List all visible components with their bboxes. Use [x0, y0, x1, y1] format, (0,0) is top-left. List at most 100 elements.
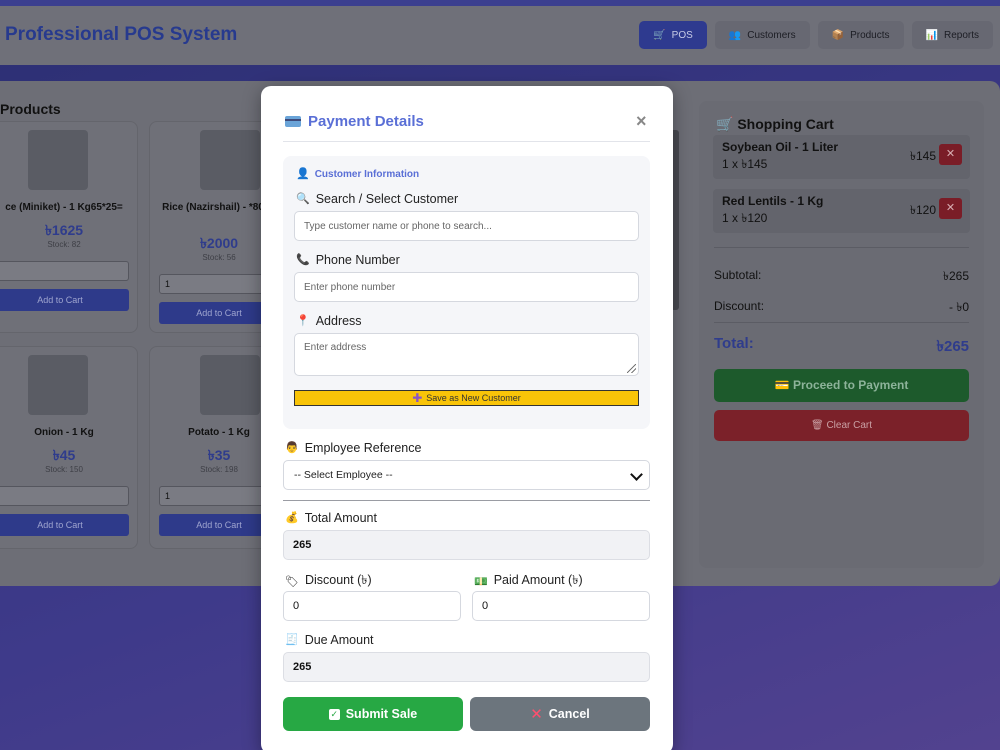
tag-icon: 🏷: [285, 575, 299, 588]
proceed-to-payment-button[interactable]: 💳 Proceed to Payment: [714, 369, 969, 402]
cancel-label: Cancel: [548, 707, 590, 721]
product-stock: Stock: 150: [45, 465, 83, 474]
phone-label-text: Phone Number: [315, 253, 400, 267]
quantity-input[interactable]: [0, 486, 129, 506]
address-textarea[interactable]: Enter address: [294, 333, 639, 376]
total-amount-label: 💰 Total Amount: [285, 511, 377, 525]
submit-label: Submit Sale: [345, 707, 418, 721]
users-icon: 👥: [728, 29, 742, 41]
product-image: [200, 130, 260, 190]
subtotal-label: Subtotal:: [714, 268, 762, 282]
resize-handle-icon[interactable]: [627, 364, 636, 373]
cart-item-name: Soybean Oil - 1 Liter: [722, 140, 839, 154]
check-icon: ✓: [328, 708, 340, 720]
address-label-text: Address: [315, 314, 362, 328]
employee-label-text: Employee Reference: [304, 441, 422, 455]
cart-title-label: Shopping Cart: [737, 116, 834, 132]
chart-icon: 📊: [925, 29, 938, 41]
save-new-customer-button[interactable]: ✚ Save as New Customer: [294, 390, 639, 406]
customer-search-input[interactable]: Type customer name or phone to search...: [294, 211, 639, 241]
employee-label: 👨 Employee Reference: [285, 441, 421, 455]
add-to-cart-button[interactable]: Add to Cart: [0, 289, 129, 311]
quantity-input[interactable]: [0, 261, 129, 281]
total-label: Total:: [714, 335, 754, 352]
receipt-icon: 🧾: [285, 633, 299, 646]
due-amount-label: 🧾 Due Amount: [285, 633, 374, 647]
cart-title: 🛒 Shopping Cart: [716, 116, 834, 133]
discount-label-text: Discount (৳): [304, 573, 372, 587]
phone-icon: 📞: [296, 253, 310, 266]
app-header: Professional POS System 🛒 POS 👥 Customer…: [0, 6, 1000, 65]
employee-select[interactable]: -- Select Employee --: [283, 460, 650, 490]
product-image: [200, 355, 260, 415]
nav-label: Reports: [943, 29, 979, 41]
cart-item: Soybean Oil - 1 Liter 1 x ৳145 ৳145 ✕: [713, 135, 970, 179]
product-stock: Stock: 82: [47, 240, 81, 249]
employee-icon: 👨: [285, 441, 299, 454]
nav-label: POS: [671, 29, 693, 41]
cart-divider: [714, 322, 969, 323]
chevron-down-icon: [630, 468, 643, 481]
credit-card-icon: [285, 116, 301, 127]
product-name: ce (Miniket) - 1 Kg65*25=: [5, 202, 123, 213]
customer-section-heading: 👤 Customer Information: [296, 169, 420, 181]
search-label-text: Search / Select Customer: [315, 192, 459, 206]
close-icon[interactable]: ×: [636, 111, 647, 132]
discount-value: - ৳0: [949, 300, 969, 314]
product-image: [28, 355, 88, 415]
add-to-cart-button[interactable]: Add to Cart: [0, 514, 129, 536]
phone-label: 📞 Phone Number: [296, 253, 400, 267]
nav-label: Products: [850, 29, 890, 41]
cart-divider: [714, 247, 969, 248]
paid-label-text: Paid Amount (৳): [493, 573, 583, 587]
remove-item-button[interactable]: ✕: [939, 144, 962, 165]
products-title: Products: [0, 101, 61, 117]
clear-label: Clear Cart: [826, 420, 873, 431]
total-value: ৳265: [936, 338, 970, 355]
cart-item-qty: 1 x ৳120: [722, 211, 768, 225]
cart-item-name: Red Lentils - 1 Kg: [722, 194, 824, 208]
due-amount-field: 265: [283, 652, 650, 682]
total-amount-label-text: Total Amount: [304, 511, 377, 525]
save-new-label: Save as New Customer: [426, 393, 521, 403]
modal-title: Payment Details: [285, 113, 424, 130]
total-amount-field: 265: [283, 530, 650, 560]
cart-icon: 🛒: [716, 116, 734, 132]
modal-divider: [283, 141, 650, 142]
due-label-text: Due Amount: [304, 633, 374, 647]
cancel-button[interactable]: ✕ Cancel: [470, 697, 650, 731]
app-title: Professional POS System: [5, 24, 238, 45]
cart-item-total: ৳145: [910, 149, 936, 163]
section-divider: [283, 500, 650, 501]
cart-icon: 🛒: [653, 29, 666, 41]
pin-icon: 📍: [296, 314, 310, 327]
x-icon: ✕: [530, 705, 543, 723]
paid-amount-input[interactable]: 0: [472, 591, 650, 621]
modal-title-text: Payment Details: [308, 113, 424, 130]
nav-reports-button[interactable]: 📊 Reports: [911, 21, 993, 49]
clear-cart-button[interactable]: 🗑 Clear Cart: [714, 410, 969, 441]
discount-row: Discount: - ৳0: [714, 299, 969, 319]
proceed-label: Proceed to Payment: [792, 378, 909, 392]
product-image: [28, 130, 88, 190]
paid-amount-label: 💵 Paid Amount (৳): [474, 572, 583, 592]
card-icon: 💳: [774, 378, 790, 392]
nav-customers-button[interactable]: 👥 Customers: [714, 21, 810, 49]
discount-amount-label: 🏷 Discount (৳): [285, 572, 372, 592]
address-label: 📍 Address: [296, 314, 362, 328]
product-card: ce (Miniket) - 1 Kg65*25= ৳1625 Stock: 8…: [0, 121, 138, 333]
money-bag-icon: 💰: [285, 511, 299, 524]
customer-section-title: Customer Information: [314, 169, 420, 180]
nav-pos-button[interactable]: 🛒 POS: [639, 21, 707, 49]
search-icon: 🔍: [296, 192, 310, 205]
discount-label: Discount:: [714, 299, 765, 313]
cash-icon: 💵: [474, 575, 488, 588]
discount-input[interactable]: 0: [283, 591, 461, 621]
submit-sale-button[interactable]: ✓ Submit Sale: [283, 697, 463, 731]
product-name: Onion - 1 Kg: [34, 427, 94, 438]
remove-item-button[interactable]: ✕: [939, 198, 962, 219]
phone-field[interactable]: Enter phone number: [294, 272, 639, 302]
cart-item-total: ৳120: [910, 203, 936, 217]
subtotal-row: Subtotal: ৳265: [714, 268, 969, 288]
nav-products-button[interactable]: 📦 Products: [817, 21, 904, 49]
